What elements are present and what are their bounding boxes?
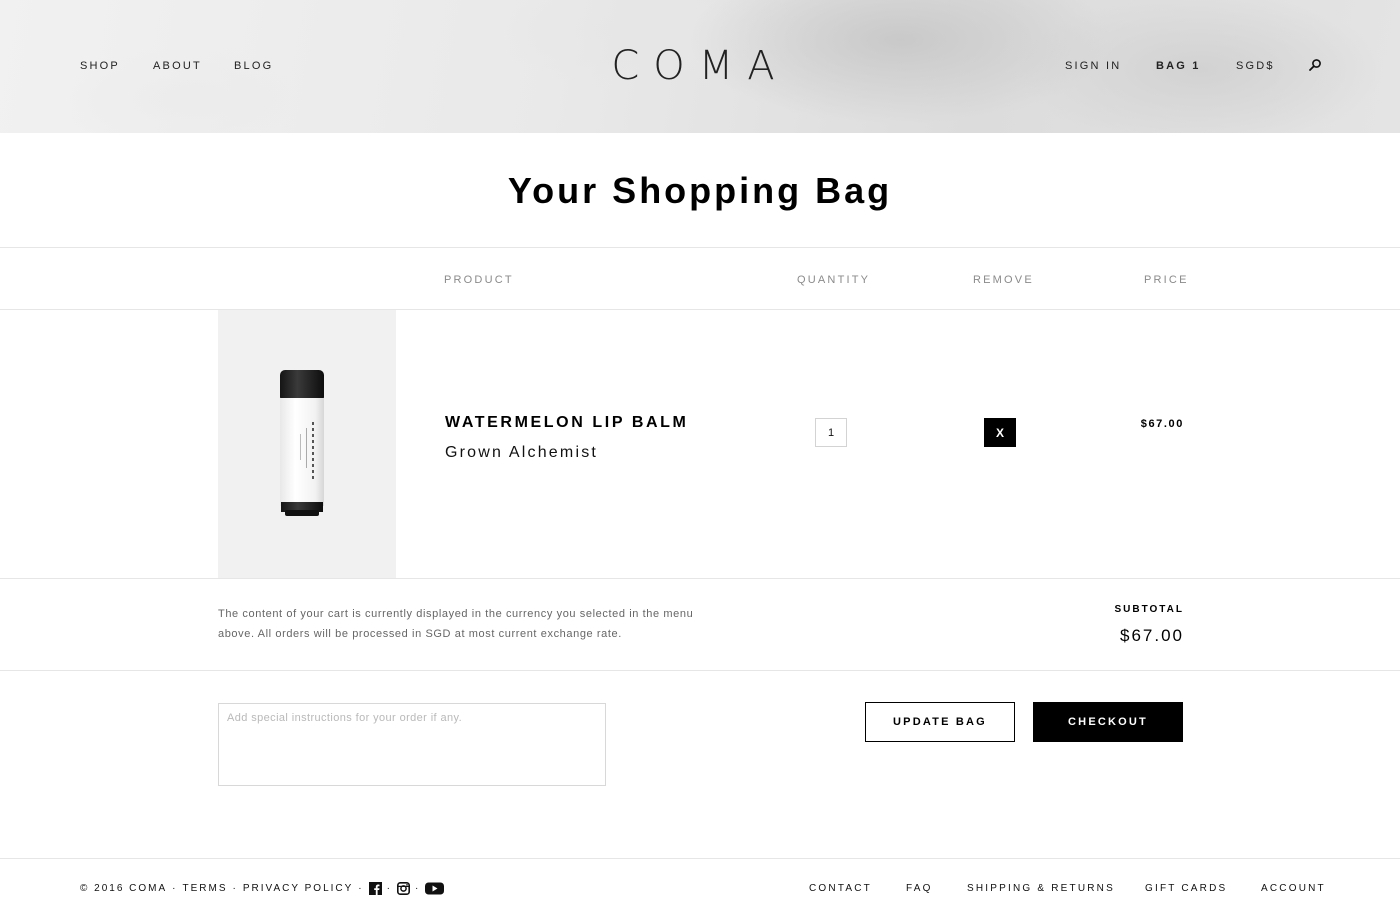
site-header: SHOP ABOUT BLOG COMA SIGN IN BAG 1 SGD$ [0, 0, 1400, 133]
remove-button[interactable]: X [984, 418, 1016, 447]
subtotal-value: $67.00 [1120, 626, 1184, 645]
column-header-remove: REMOVE [973, 274, 1034, 286]
site-logo[interactable]: COMA [610, 44, 790, 88]
separator: · [386, 883, 392, 894]
nav-shop[interactable]: SHOP [80, 60, 120, 72]
currency-selector[interactable]: SGD$ [1236, 60, 1275, 72]
divider [0, 858, 1400, 859]
divider [0, 309, 1400, 310]
separator: · [414, 883, 421, 894]
product-image[interactable] [218, 310, 396, 578]
privacy-policy-link[interactable]: PRIVACY POLICY [243, 883, 353, 894]
instagram-icon[interactable] [396, 882, 410, 895]
footer-account-link[interactable]: ACCOUNT [1261, 883, 1326, 894]
sign-in-link[interactable]: SIGN IN [1065, 60, 1121, 72]
separator: · [232, 883, 238, 894]
divider [0, 670, 1400, 671]
lip-balm-tube [280, 370, 324, 516]
checkout-button[interactable]: CHECKOUT [1033, 702, 1183, 742]
column-header-price: PRICE [1144, 274, 1189, 286]
update-bag-button[interactable]: UPDATE BAG [865, 702, 1015, 742]
page-title: Your Shopping Bag [507, 170, 893, 211]
subtotal-label: SUBTOTAL [1114, 604, 1184, 615]
divider [0, 247, 1400, 248]
item-price: $67.00 [1140, 418, 1184, 430]
column-header-product: PRODUCT [444, 274, 514, 286]
divider [0, 578, 1400, 579]
bag-link[interactable]: BAG 1 [1156, 60, 1201, 72]
search-icon[interactable] [1308, 58, 1322, 72]
nav-about[interactable]: ABOUT [153, 60, 202, 72]
youtube-icon[interactable] [425, 882, 445, 895]
footer-faq-link[interactable]: FAQ [906, 883, 933, 894]
footer-contact-link[interactable]: CONTACT [809, 883, 872, 894]
facebook-icon[interactable] [368, 882, 382, 895]
footer-shipping-link[interactable]: SHIPPING & RETURNS [967, 883, 1115, 894]
footer-gift-cards-link[interactable]: GIFT CARDS [1145, 883, 1227, 894]
product-name[interactable]: WATERMELON LIP BALM [445, 414, 688, 432]
quantity-input[interactable] [815, 418, 847, 447]
separator: · [172, 883, 178, 894]
column-header-quantity: QUANTITY [797, 274, 871, 286]
footer-legal: © 2016 COMA · TERMS · PRIVACY POLICY · ·… [80, 882, 445, 895]
currency-note: The content of your cart is currently di… [218, 608, 694, 640]
special-instructions-field[interactable] [218, 703, 606, 786]
terms-link[interactable]: TERMS [183, 883, 228, 894]
nav-blog[interactable]: BLOG [234, 60, 273, 72]
product-brand: Grown Alchemist [445, 444, 599, 461]
separator: · [358, 883, 364, 894]
copyright: © 2016 COMA [80, 883, 168, 894]
